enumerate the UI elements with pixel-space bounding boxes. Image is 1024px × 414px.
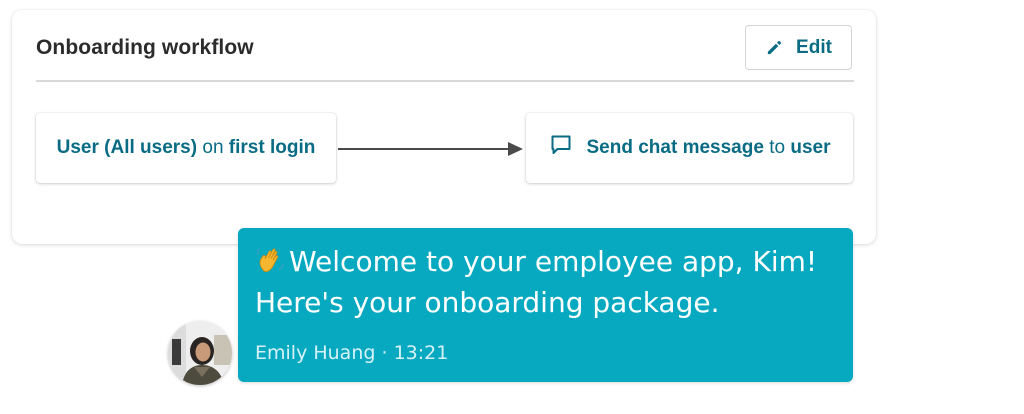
chat-message-bubble: Welcome to your employee app, Kim! Here'… [238, 228, 853, 382]
chat-message-icon [549, 133, 573, 163]
trigger-node[interactable]: User (All users) on first login [36, 113, 336, 183]
action-verb: Send chat message [586, 137, 764, 158]
pencil-icon [765, 38, 784, 57]
stage: Onboarding workflow Edit User (All users… [0, 0, 1024, 414]
message-text: Welcome to your employee app, Kim! Here'… [255, 243, 845, 321]
action-target: user [790, 137, 831, 158]
message-line-2: Here's your onboarding package. [255, 286, 720, 319]
sender-name: Emily Huang [255, 342, 376, 364]
avatar-photo [168, 321, 232, 385]
avatar[interactable] [168, 321, 232, 385]
waving-hand-icon [255, 245, 289, 284]
message-meta: Emily Huang · 13:21 [255, 342, 448, 364]
action-connector: to [769, 137, 786, 158]
flow-arrow [338, 142, 523, 156]
edit-button[interactable]: Edit [745, 25, 852, 70]
message-line-1: Welcome to your employee app, Kim! [289, 245, 818, 278]
message-time: 13:21 [393, 342, 449, 364]
title-divider [36, 80, 854, 82]
workflow-title: Onboarding workflow [36, 36, 254, 59]
trigger-connector: on [202, 137, 224, 158]
workflow-card: Onboarding workflow Edit User (All users… [12, 10, 876, 244]
meta-separator: · [381, 342, 388, 364]
trigger-event: first login [228, 137, 316, 158]
edit-button-label: Edit [796, 36, 832, 58]
action-node[interactable]: Send chat message to user [526, 113, 853, 183]
trigger-subject: User (All users) [56, 137, 198, 158]
